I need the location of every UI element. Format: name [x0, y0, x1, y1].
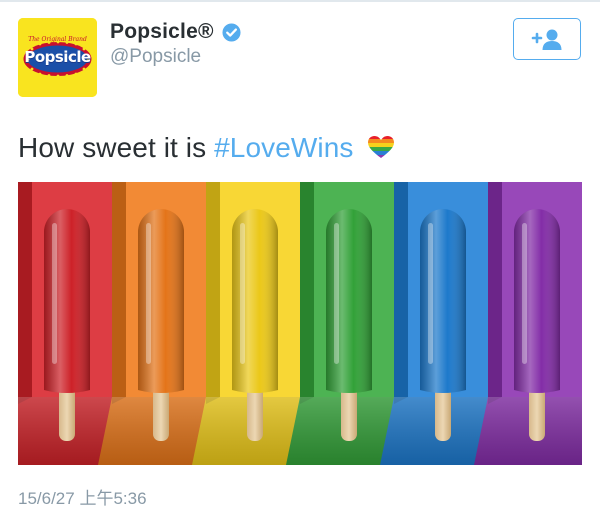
stripe-shadow	[18, 182, 32, 404]
stripe-shadow	[112, 182, 126, 404]
popsicle-gloss	[326, 209, 372, 393]
verified-badge-icon	[222, 22, 241, 42]
popsicle-highlight	[334, 223, 339, 364]
popsicle-stick	[247, 386, 263, 441]
popsicle-stick	[59, 386, 75, 441]
stripe-shadow	[300, 182, 314, 404]
hashtag-link[interactable]: #LoveWins	[214, 132, 353, 163]
logo-text: Popsicle	[24, 48, 91, 66]
timestamp[interactable]: 15/6/27 上午5:36	[18, 484, 147, 509]
popsicle-gloss	[420, 209, 466, 393]
rainbow-heart-icon	[368, 136, 395, 158]
popsicle-stick	[341, 386, 357, 441]
avatar[interactable]: The Original Brand Popsicle	[18, 18, 97, 97]
popsicle-stick	[435, 386, 451, 441]
name-row: Popsicle®	[110, 19, 241, 45]
tweet-media-image[interactable]	[18, 182, 582, 465]
display-name[interactable]: Popsicle®	[110, 20, 214, 44]
stripe-shadow	[206, 182, 220, 404]
follow-button[interactable]	[513, 18, 581, 60]
popsicle-highlight	[240, 223, 245, 364]
popsicle-gloss	[138, 209, 184, 393]
top-divider	[0, 0, 600, 2]
stripe-shadow	[488, 182, 502, 404]
handle[interactable]: @Popsicle	[110, 46, 201, 68]
popsicle-stick	[529, 386, 545, 441]
add-user-icon	[531, 29, 562, 50]
popsicle-highlight	[428, 223, 433, 364]
rainbow-popsicles-image	[18, 182, 582, 465]
popsicle-gloss	[44, 209, 90, 393]
tweet-body: How sweet it is	[18, 132, 207, 163]
logo-tagline: The Original Brand	[28, 36, 87, 43]
popsicle-gloss	[232, 209, 278, 393]
popsicle-highlight	[522, 223, 527, 364]
popsicle-highlight	[146, 223, 151, 364]
popsicle-highlight	[52, 223, 57, 364]
stripe-shadow	[394, 182, 408, 404]
popsicle-gloss	[514, 209, 560, 393]
popsicle-stick	[153, 386, 169, 441]
tweet-text: How sweet it is #LoveWins	[18, 132, 395, 164]
